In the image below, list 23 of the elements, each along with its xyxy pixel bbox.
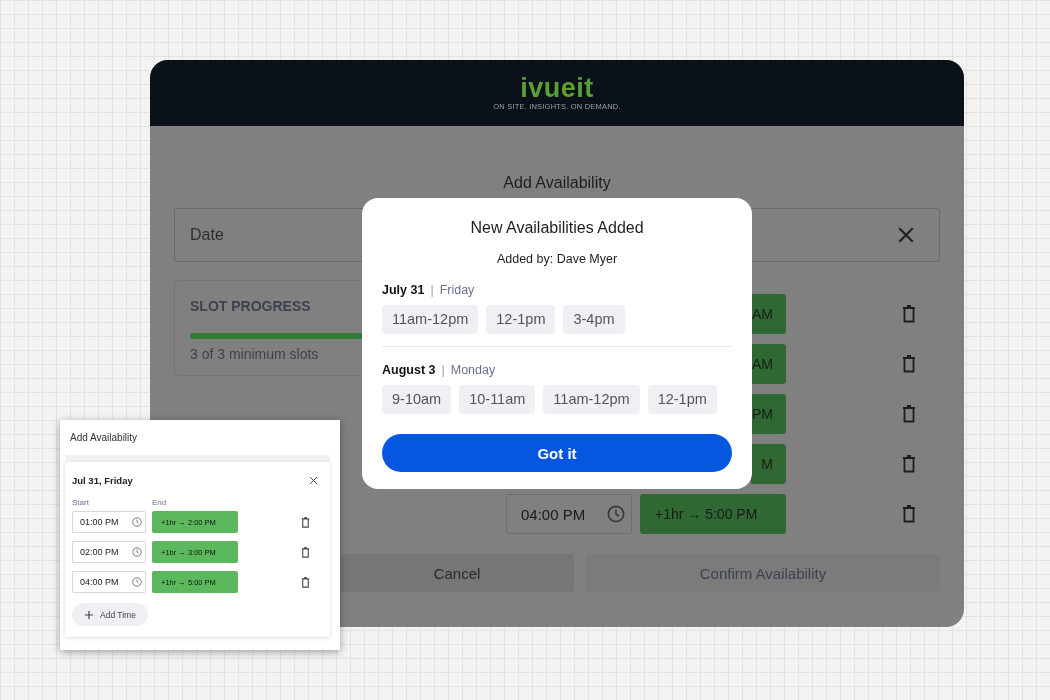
progress-caption: 3 of 3 minimum slots bbox=[190, 346, 320, 362]
time-slot-chip: 12-1pm bbox=[647, 385, 717, 414]
card-title: SLOT PROGRESS bbox=[190, 298, 312, 314]
added-by-text: Added by: Dave Myer bbox=[495, 251, 619, 267]
dialog-title: New Availabilities Added bbox=[469, 218, 645, 238]
time-slot-chip: 11am-12pm bbox=[382, 305, 479, 334]
weekday-label: Friday bbox=[439, 282, 475, 298]
time-slot-chip: 10-11am bbox=[459, 385, 536, 414]
page-title: Add Availability bbox=[502, 173, 612, 193]
weekday-label: Monday bbox=[450, 362, 496, 378]
time-slot-chip: 11am-12pm bbox=[543, 385, 640, 414]
date-label: July 31 bbox=[382, 282, 425, 298]
panel-title: Add Availability bbox=[69, 432, 139, 444]
separator: | bbox=[441, 362, 445, 378]
separator: | bbox=[430, 282, 434, 298]
time-slot-chip: 3-4pm bbox=[563, 305, 625, 334]
day-title: Jul 31, Friday bbox=[72, 475, 133, 486]
logo: ivueit bbox=[520, 75, 594, 101]
time-slot-chip: 12-1pm bbox=[486, 305, 556, 334]
end-label: End bbox=[152, 498, 167, 507]
start-label: Start bbox=[72, 498, 90, 507]
date-label: August 3 bbox=[382, 362, 436, 378]
time-slot-chip: 9-10am bbox=[382, 385, 452, 414]
